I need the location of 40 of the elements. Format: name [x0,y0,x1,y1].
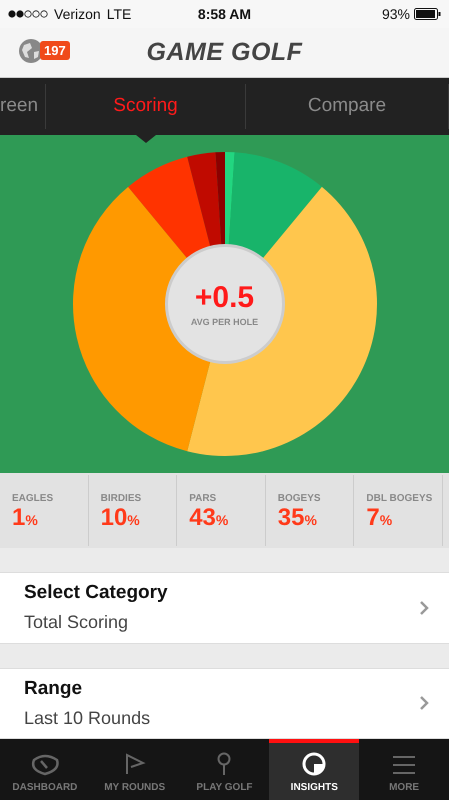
stat-label: DBL BOGEYS [366,493,434,504]
pie-chart-icon [302,752,326,776]
carrier: Verizon [54,6,101,22]
stat-value: 35% [278,504,318,532]
pin-icon [216,752,232,776]
clock: 8:58 AM [198,6,252,22]
tab[interactable]: Scoring [46,84,246,130]
stat-value: 1% [12,504,39,532]
nav-tab[interactable]: PLAY GOLF [180,739,270,800]
stat-label: PARS [189,493,218,504]
stat-value: 7% [366,504,394,532]
row-title: Range [24,678,84,700]
row-value: Last 10 Rounds [24,708,150,729]
row-value: Total Scoring [24,612,130,634]
settings-row[interactable]: Select Category Total Scoring [0,572,449,644]
chevron-icon [419,600,429,616]
stat-label: EAGLES [12,493,54,504]
stat-value: 10% [100,504,141,532]
stat-value: 43% [189,504,230,532]
app-logo-title: GAME GOLF [146,38,302,67]
battery-percent: 93% [382,6,410,22]
network-type: LTE [106,6,132,22]
gauge-icon [30,754,60,776]
stat-label: BIRDIES [100,493,142,504]
nav-tab[interactable]: MORE [359,739,449,800]
tab[interactable]: Compare [246,84,449,130]
notification-badge: 197 [40,41,70,60]
nav-tab[interactable]: MY ROUNDS [90,739,180,800]
signal-icon [8,10,48,18]
tab[interactable]: reen [0,84,46,130]
chevron-icon [419,695,429,712]
row-title: Select Category [24,582,168,604]
avg-label: AVG PER HOLE [190,317,258,328]
menu-icon [392,754,416,776]
nav-tab[interactable]: INSIGHTS [269,739,360,800]
nav-tab[interactable]: DASHBOARD [0,739,90,800]
avg-value: +0.5 [194,281,254,316]
battery-icon [414,8,441,20]
stat-label: BOGEYS [278,493,322,504]
settings-row[interactable]: Range Last 10 Rounds [0,668,449,740]
